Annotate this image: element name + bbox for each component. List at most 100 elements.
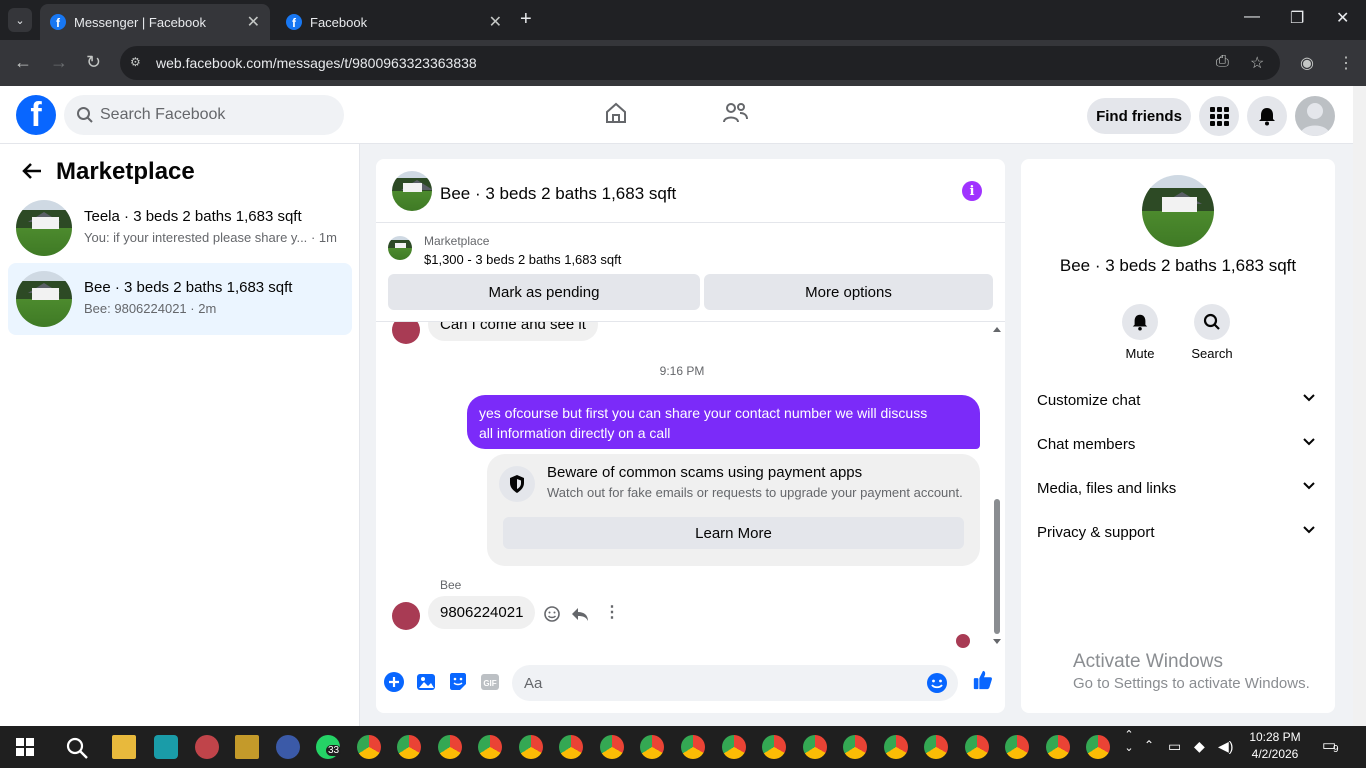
tab-search-button[interactable]: ⌄: [8, 8, 32, 32]
reply-icon[interactable]: [571, 605, 589, 623]
back-arrow-icon[interactable]: [22, 162, 42, 180]
chrome-profile-icon[interactable]: [722, 735, 746, 759]
customize-chat-row[interactable]: Customize chat: [1037, 382, 1321, 418]
chat-members-row[interactable]: Chat members: [1037, 426, 1321, 462]
conversation-name: Bee · 3 beds 2 baths 1,683 sqft: [84, 279, 293, 296]
shield-icon: [499, 466, 535, 502]
friends-icon[interactable]: [722, 101, 748, 125]
notification-center-icon[interactable]: ▭ 9: [1322, 736, 1339, 755]
message-bubble[interactable]: 9806224021: [428, 596, 536, 629]
conversation-item[interactable]: Teela · 3 beds 2 baths 1,683 sqft You: i…: [8, 192, 352, 264]
search-input[interactable]: Search Facebook: [64, 95, 344, 135]
install-app-icon[interactable]: ⎙: [1216, 53, 1229, 71]
find-friends-button[interactable]: Find friends: [1087, 98, 1191, 134]
sender-avatar[interactable]: [392, 322, 420, 344]
chrome-profile-icon[interactable]: [1086, 735, 1110, 759]
chrome-profile-icon[interactable]: [884, 735, 908, 759]
new-tab-button[interactable]: +: [520, 8, 532, 31]
profile-icon[interactable]: ◉: [1300, 53, 1314, 73]
chat-title[interactable]: Bee · 3 beds 2 baths 1,683 sqft: [440, 184, 676, 204]
notifications-bell-icon[interactable]: [1247, 96, 1287, 136]
search-icon[interactable]: [65, 736, 89, 760]
whatsapp-icon[interactable]: 33: [316, 735, 342, 759]
chat-thumbnail[interactable]: [392, 171, 432, 211]
message-input[interactable]: Aa: [512, 665, 958, 701]
privacy-support-row[interactable]: Privacy & support: [1037, 514, 1321, 550]
file-explorer-icon[interactable]: [112, 735, 136, 759]
site-info-icon[interactable]: ⚙: [130, 55, 146, 71]
search-icon: [1203, 313, 1220, 330]
chrome-profile-icon[interactable]: [965, 735, 989, 759]
home-icon[interactable]: [604, 101, 628, 125]
chat-scrollbar[interactable]: [990, 321, 1004, 649]
tab-messenger[interactable]: f Messenger | Facebook ✕: [40, 4, 270, 40]
app-icon[interactable]: [195, 735, 219, 759]
chrome-profile-icon[interactable]: [843, 735, 867, 759]
plus-circle-icon[interactable]: [383, 671, 405, 693]
minimize-icon[interactable]: —: [1244, 8, 1260, 26]
tab-facebook[interactable]: f Facebook ✕: [276, 4, 512, 40]
message-bubble[interactable]: Can I come and see it: [428, 322, 598, 341]
more-kebab-icon[interactable]: ⋮: [604, 602, 620, 622]
mark-pending-button[interactable]: Mark as pending: [388, 274, 700, 310]
react-emoji-icon[interactable]: [543, 605, 561, 623]
message-bubble-outgoing[interactable]: yes ofcourse but first you can share you…: [467, 395, 980, 449]
media-files-links-row[interactable]: Media, files and links: [1037, 470, 1321, 506]
message-list[interactable]: Can I come and see it 9:16 PM yes ofcour…: [376, 321, 1005, 649]
info-icon[interactable]: i: [962, 181, 982, 201]
account-avatar[interactable]: [1295, 96, 1335, 136]
listing-price[interactable]: $1,300 - 3 beds 2 baths 1,683 sqft: [424, 252, 621, 267]
chevron-down-icon: [1303, 482, 1315, 490]
mute-button[interactable]: Mute: [1110, 304, 1170, 361]
more-options-button[interactable]: More options: [704, 274, 993, 310]
sticker-icon[interactable]: [447, 671, 469, 693]
chrome-profile-icon[interactable]: [478, 735, 502, 759]
chrome-profile-icon[interactable]: [559, 735, 583, 759]
clock[interactable]: 10:28 PM 4/2/2026: [1244, 730, 1306, 761]
message-composer: GIF Aa: [376, 657, 1005, 713]
chrome-icon[interactable]: [357, 735, 381, 759]
search-in-chat-button[interactable]: Search: [1182, 304, 1242, 361]
address-bar[interactable]: ⚙ web.facebook.com/messages/t/9800963323…: [120, 46, 1280, 80]
chrome-profile-icon[interactable]: [519, 735, 543, 759]
menu-grid-icon[interactable]: [1199, 96, 1239, 136]
volume-icon[interactable]: ◀): [1218, 738, 1233, 755]
close-icon[interactable]: ✕: [489, 12, 502, 32]
gif-icon[interactable]: GIF: [479, 671, 501, 693]
photo-icon[interactable]: [415, 671, 437, 693]
chrome-profile-icon[interactable]: [762, 735, 786, 759]
show-hidden-icons-icon[interactable]: ⌃: [1144, 738, 1154, 752]
forward-arrow-icon[interactable]: →: [50, 52, 68, 73]
chrome-profile-icon[interactable]: [600, 735, 624, 759]
app-icon[interactable]: [154, 735, 178, 759]
menu-kebab-icon[interactable]: ⋮: [1338, 53, 1354, 73]
close-window-icon[interactable]: ✕: [1336, 8, 1349, 28]
app-icon[interactable]: [276, 735, 300, 759]
emoji-icon[interactable]: [926, 672, 948, 694]
chrome-profile-icon[interactable]: [438, 735, 462, 759]
chrome-profile-icon[interactable]: [803, 735, 827, 759]
maximize-icon[interactable]: ❐: [1290, 8, 1304, 28]
page-scrollbar[interactable]: [1353, 86, 1366, 726]
sender-avatar[interactable]: [392, 602, 420, 630]
tab-title: Messenger | Facebook: [74, 14, 206, 30]
bookmark-star-icon[interactable]: ☆: [1250, 53, 1264, 73]
teams-icon[interactable]: ◆: [1194, 738, 1205, 755]
chrome-profile-icon[interactable]: [1046, 735, 1070, 759]
taskbar-scroll-arrows[interactable]: ⌃ ⌄: [1122, 728, 1136, 754]
app-icon[interactable]: [235, 735, 259, 759]
chrome-profile-icon[interactable]: [640, 735, 664, 759]
thumbs-up-icon[interactable]: [972, 669, 994, 691]
reload-icon[interactable]: ↻: [86, 52, 101, 73]
windows-start-icon[interactable]: [16, 738, 34, 756]
chrome-profile-icon[interactable]: [1005, 735, 1029, 759]
chrome-profile-icon[interactable]: [681, 735, 705, 759]
conversation-item-selected[interactable]: Bee · 3 beds 2 baths 1,683 sqft Bee: 980…: [8, 263, 352, 335]
chrome-profile-icon[interactable]: [924, 735, 948, 759]
network-icon[interactable]: ▭: [1168, 738, 1181, 755]
learn-more-button[interactable]: Learn More: [503, 517, 964, 549]
facebook-logo-icon[interactable]: f: [16, 95, 56, 135]
close-icon[interactable]: ✕: [247, 12, 260, 32]
chrome-profile-icon[interactable]: [397, 735, 421, 759]
back-arrow-icon[interactable]: ←: [14, 52, 32, 73]
